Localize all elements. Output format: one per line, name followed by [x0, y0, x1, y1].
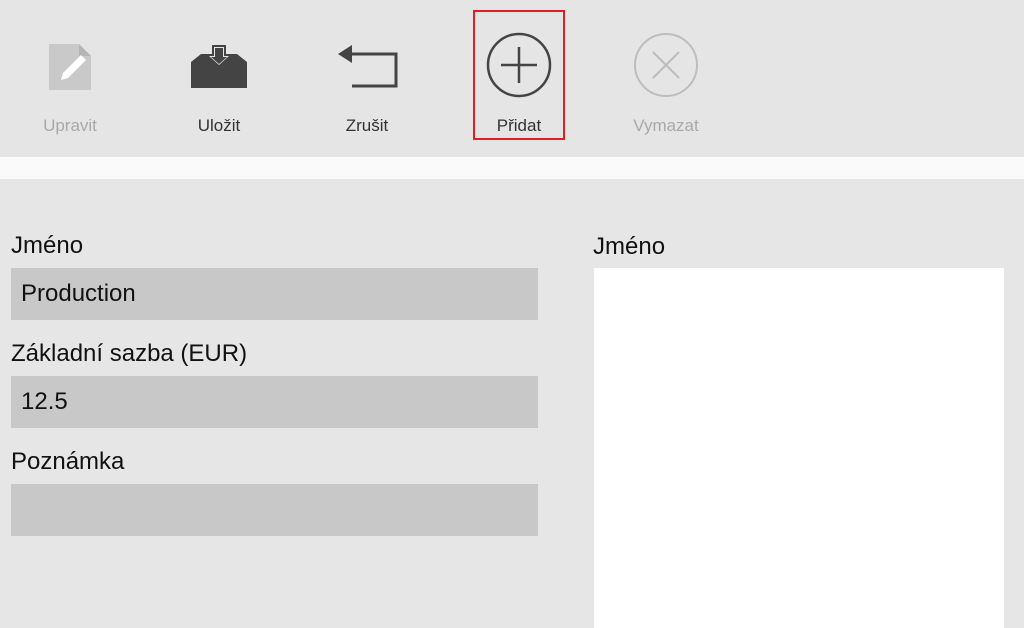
delete-icon — [634, 33, 698, 97]
undo-icon — [338, 45, 398, 88]
toolbar: Upravit Uložit Zrušit Přidat Vymazat — [0, 0, 1024, 157]
edit-button[interactable]: Upravit — [24, 10, 116, 140]
cancel-button[interactable]: Zrušit — [321, 10, 413, 140]
toolbar-divider — [0, 157, 1024, 179]
save-icon — [191, 45, 247, 88]
rate-field[interactable]: 12.5 — [11, 376, 538, 428]
note-label: Poznámka — [11, 448, 125, 475]
delete-button-label: Vymazat — [633, 116, 699, 135]
note-field[interactable] — [11, 484, 538, 536]
list-header: Jméno — [593, 233, 666, 260]
edit-icon — [49, 44, 91, 90]
name-list[interactable] — [594, 268, 1004, 628]
edit-button-label: Upravit — [43, 116, 97, 135]
form-area: Jméno Production Základní sazba (EUR) 12… — [0, 179, 1024, 628]
add-icon — [486, 32, 552, 98]
cancel-button-label: Zrušit — [345, 116, 389, 135]
name-field[interactable]: Production — [11, 268, 538, 320]
add-button[interactable]: Přidat — [473, 10, 565, 140]
rate-label: Základní sazba (EUR) — [11, 340, 248, 367]
name-label: Jméno — [11, 232, 84, 259]
delete-button[interactable]: Vymazat — [620, 10, 712, 140]
add-button-label: Přidat — [496, 116, 542, 135]
save-button-label: Uložit — [197, 116, 241, 135]
save-button[interactable]: Uložit — [173, 10, 265, 140]
